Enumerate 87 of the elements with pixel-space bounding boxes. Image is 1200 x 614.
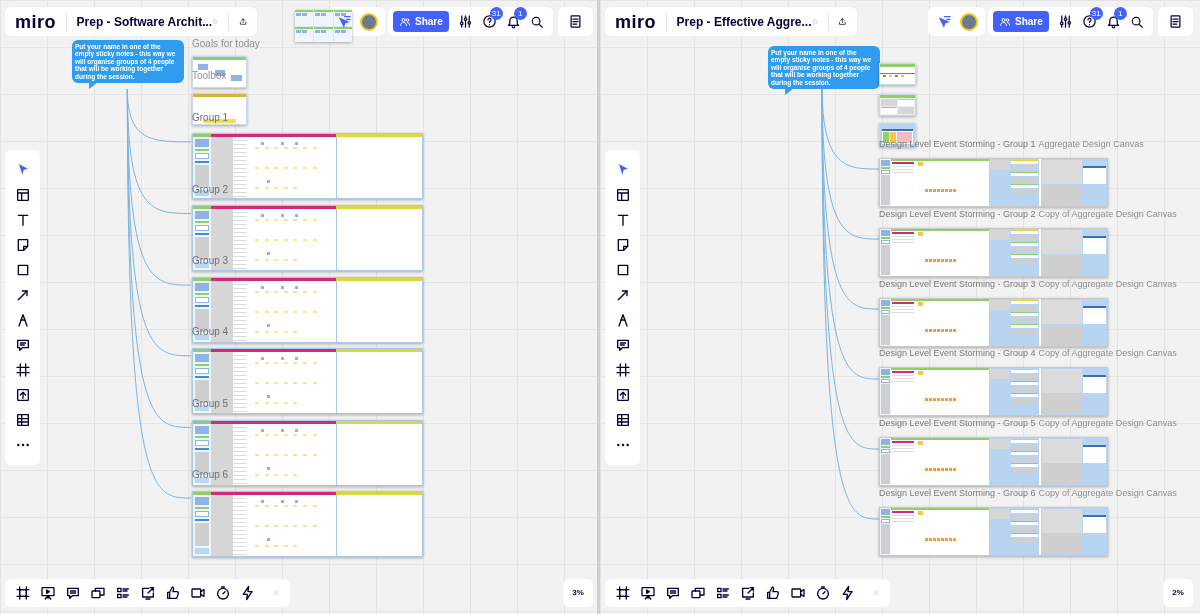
- notes-icon: [665, 585, 681, 601]
- frame-title[interactable]: Design Level Event Storming - Group 6: [879, 489, 1036, 498]
- template-icon[interactable]: [614, 187, 631, 203]
- document-icon: [1168, 14, 1183, 29]
- frame-title[interactable]: Group 5: [192, 399, 229, 409]
- people-icon: [399, 15, 411, 28]
- screen-share-icon: [140, 585, 156, 601]
- star-icon[interactable]: [212, 16, 219, 27]
- frame-thumbnail: [879, 63, 916, 85]
- frame-title[interactable]: Design Level Event Storming - Group 5: [879, 419, 1036, 428]
- star-icon[interactable]: [811, 16, 818, 27]
- frame-title[interactable]: Copy of Aggregate Design Canvas: [1038, 210, 1177, 219]
- help-icon: [481, 14, 497, 29]
- people-icon: [999, 15, 1011, 28]
- presentation-icon: [40, 585, 56, 601]
- frame-title[interactable]: Design Level Event Storming - Group 4: [879, 349, 1036, 358]
- video-camera-icon: [790, 585, 806, 601]
- table-icon[interactable]: [14, 412, 31, 428]
- board-title[interactable]: Prep - Software Archit...: [76, 12, 213, 31]
- settings-icon: [1057, 14, 1073, 29]
- frame-title[interactable]: Aggregate Design Canvas: [1038, 140, 1144, 149]
- timer-icon: [815, 585, 831, 601]
- notification-count-badge: 1: [513, 7, 527, 20]
- collaborator-cursors-icon: [936, 13, 952, 30]
- frame-thumbnail: [192, 56, 247, 88]
- minimap[interactable]: [295, 10, 352, 42]
- help-count-badge: 31: [1089, 7, 1103, 20]
- frame-title[interactable]: Group 6: [192, 470, 229, 480]
- speech-bubble-tail: [785, 88, 794, 96]
- zoom-level[interactable]: 2%: [1172, 587, 1184, 599]
- list-icon: [715, 585, 731, 601]
- notifications-icon: [1105, 14, 1121, 29]
- share-button[interactable]: Share: [993, 11, 1049, 32]
- table-icon[interactable]: [614, 412, 631, 428]
- notifications-icon: [505, 14, 521, 29]
- frame-title[interactable]: Design Level Event Storming - Group 1: [879, 140, 1036, 149]
- collapse-icon: [871, 588, 881, 598]
- comment-icon[interactable]: [614, 337, 631, 353]
- user-avatar[interactable]: [360, 12, 378, 31]
- frame-title[interactable]: Copy of Aggregate Design Canvas: [1038, 419, 1177, 428]
- collapse-icon: [271, 588, 281, 598]
- frame-title[interactable]: Group 4: [192, 327, 229, 337]
- frame-title[interactable]: Group 2: [192, 185, 229, 195]
- comment-icon[interactable]: [14, 337, 31, 353]
- search-icon: [529, 14, 544, 29]
- timer-icon: [215, 585, 231, 601]
- upload-icon[interactable]: [14, 387, 31, 403]
- thumbs-up-icon: [765, 585, 781, 601]
- frame-title[interactable]: Group 3: [192, 256, 229, 266]
- video-camera-icon: [190, 585, 206, 601]
- frame-title[interactable]: Copy of Aggregate Design Canvas: [1038, 489, 1177, 498]
- frame-icon[interactable]: [614, 362, 631, 378]
- upload-icon[interactable]: [614, 387, 631, 403]
- frame-title[interactable]: Design Level Event Storming - Group 3: [879, 280, 1036, 289]
- search-icon: [1129, 14, 1144, 29]
- logo[interactable]: miro: [615, 12, 656, 31]
- help-count-badge: 31: [489, 7, 503, 20]
- cards-icon: [690, 585, 706, 601]
- zoom-level[interactable]: 3%: [572, 587, 584, 599]
- document-icon: [568, 14, 583, 29]
- share-button[interactable]: Share: [393, 11, 449, 32]
- frame-thumbnail: [879, 94, 916, 116]
- settings-icon: [457, 14, 473, 29]
- frame-title[interactable]: Copy of Aggregate Design Canvas: [1038, 280, 1177, 289]
- user-avatar[interactable]: [960, 12, 978, 31]
- template-icon[interactable]: [14, 187, 31, 203]
- frame-title[interactable]: Design Level Event Storming - Group 2: [879, 210, 1036, 219]
- thumbs-up-icon: [165, 585, 181, 601]
- frame-title[interactable]: Goals for today: [192, 39, 260, 49]
- board-title[interactable]: Prep - Effective Aggre...: [676, 12, 812, 31]
- frame-title[interactable]: Toolbox: [192, 71, 227, 81]
- notification-count-badge: 1: [1113, 7, 1127, 20]
- speech-bubble-tail: [89, 82, 98, 90]
- logo[interactable]: miro: [15, 12, 56, 31]
- collaborator-cursors-icon: [336, 13, 352, 30]
- screen-share-icon: [740, 585, 756, 601]
- list-icon: [115, 585, 131, 601]
- cards-icon: [90, 585, 106, 601]
- frame-title[interactable]: Copy of Aggregate Design Canvas: [1038, 349, 1177, 358]
- notes-icon: [65, 585, 81, 601]
- presentation-icon: [640, 585, 656, 601]
- help-icon: [1081, 14, 1097, 29]
- frames-icon: [15, 585, 31, 601]
- lightning-icon: [840, 585, 856, 601]
- frames-icon: [615, 585, 631, 601]
- frame-icon[interactable]: [14, 362, 31, 378]
- lightning-icon: [240, 585, 256, 601]
